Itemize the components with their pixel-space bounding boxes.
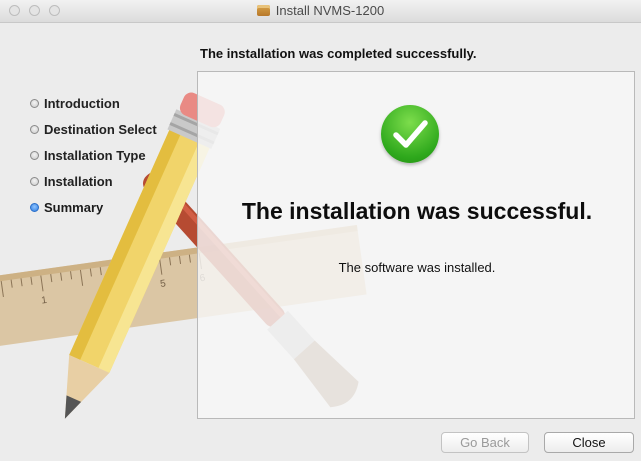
step-destination-select: Destination Select xyxy=(30,122,157,148)
close-button[interactable]: Close xyxy=(544,432,634,453)
package-icon xyxy=(256,5,270,16)
installer-window: Install NVMS-1200 The installation was c… xyxy=(0,0,641,461)
step-introduction: Introduction xyxy=(30,96,157,122)
step-label: Summary xyxy=(44,200,104,215)
step-bullet-icon xyxy=(30,99,39,108)
step-installation: Installation xyxy=(30,174,157,200)
go-back-button[interactable]: Go Back xyxy=(441,432,529,453)
step-label: Installation xyxy=(44,174,113,189)
success-message: The software was installed. xyxy=(338,260,496,275)
installer-steps: Introduction Destination Select Installa… xyxy=(30,96,157,226)
installation-status: The installation was completed successfu… xyxy=(200,46,477,61)
step-bullet-active-icon xyxy=(30,203,39,212)
step-bullet-icon xyxy=(30,125,39,134)
step-installation-type: Installation Type xyxy=(30,148,157,174)
checkmark-circle-icon xyxy=(381,105,439,163)
step-summary: Summary xyxy=(30,200,157,226)
step-bullet-icon xyxy=(30,177,39,186)
step-label: Destination Select xyxy=(44,122,157,137)
summary-panel: The installation was successful. The sof… xyxy=(197,71,635,419)
window-title-group: Install NVMS-1200 xyxy=(0,3,641,18)
step-bullet-icon xyxy=(30,151,39,160)
checkmark-icon xyxy=(393,120,428,148)
success-title: The installation was successful. xyxy=(241,198,593,224)
title-bar[interactable]: Install NVMS-1200 xyxy=(0,0,641,23)
step-label: Installation Type xyxy=(44,148,146,163)
window-title: Install NVMS-1200 xyxy=(275,3,385,18)
step-label: Introduction xyxy=(44,96,120,111)
